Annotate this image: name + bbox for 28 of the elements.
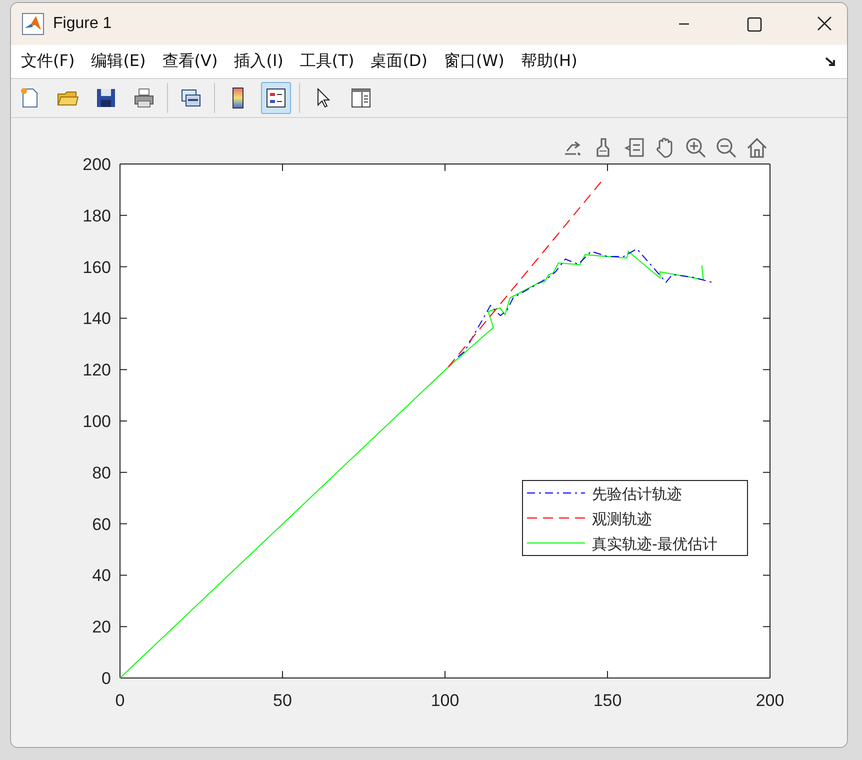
menu-item[interactable]: 文件(F) <box>13 51 83 72</box>
tick-label: 40 <box>92 566 111 586</box>
window-title: Figure 1 <box>53 15 113 33</box>
tick-label: 20 <box>92 618 111 637</box>
tick-label: 100 <box>430 691 460 710</box>
tick-label: 0 <box>102 669 111 688</box>
menu-item[interactable]: 插入(I) <box>226 51 292 72</box>
tick-label: 160 <box>82 258 111 277</box>
legend-label: 真实轨迹-最优估计 <box>592 535 718 553</box>
tick-label: 80 <box>92 463 111 482</box>
menu-item[interactable]: 窗口(W) <box>436 51 512 72</box>
menu-item[interactable]: 编辑(E) <box>83 51 154 72</box>
tick-label: 0 <box>115 691 125 710</box>
menu-item[interactable]: 桌面(D) <box>362 51 436 72</box>
tick-label: 200 <box>82 155 111 174</box>
tick-label: 200 <box>756 691 784 710</box>
tick-label: 60 <box>92 514 111 534</box>
legend-label: 先验估计轨迹 <box>592 485 682 503</box>
tick-label: 120 <box>82 360 111 380</box>
tick-label: 140 <box>82 309 111 328</box>
menu-item[interactable]: 帮助(H) <box>512 51 586 72</box>
tick-label: 150 <box>593 691 622 710</box>
legend-label: 观测轨迹 <box>592 510 652 528</box>
menu-item[interactable]: 工具(T) <box>292 51 362 72</box>
tick-label: 180 <box>82 206 111 226</box>
menu-item[interactable]: 查看(V) <box>154 51 226 72</box>
tick-label: 100 <box>82 412 111 431</box>
tick-label: 50 <box>273 691 292 710</box>
